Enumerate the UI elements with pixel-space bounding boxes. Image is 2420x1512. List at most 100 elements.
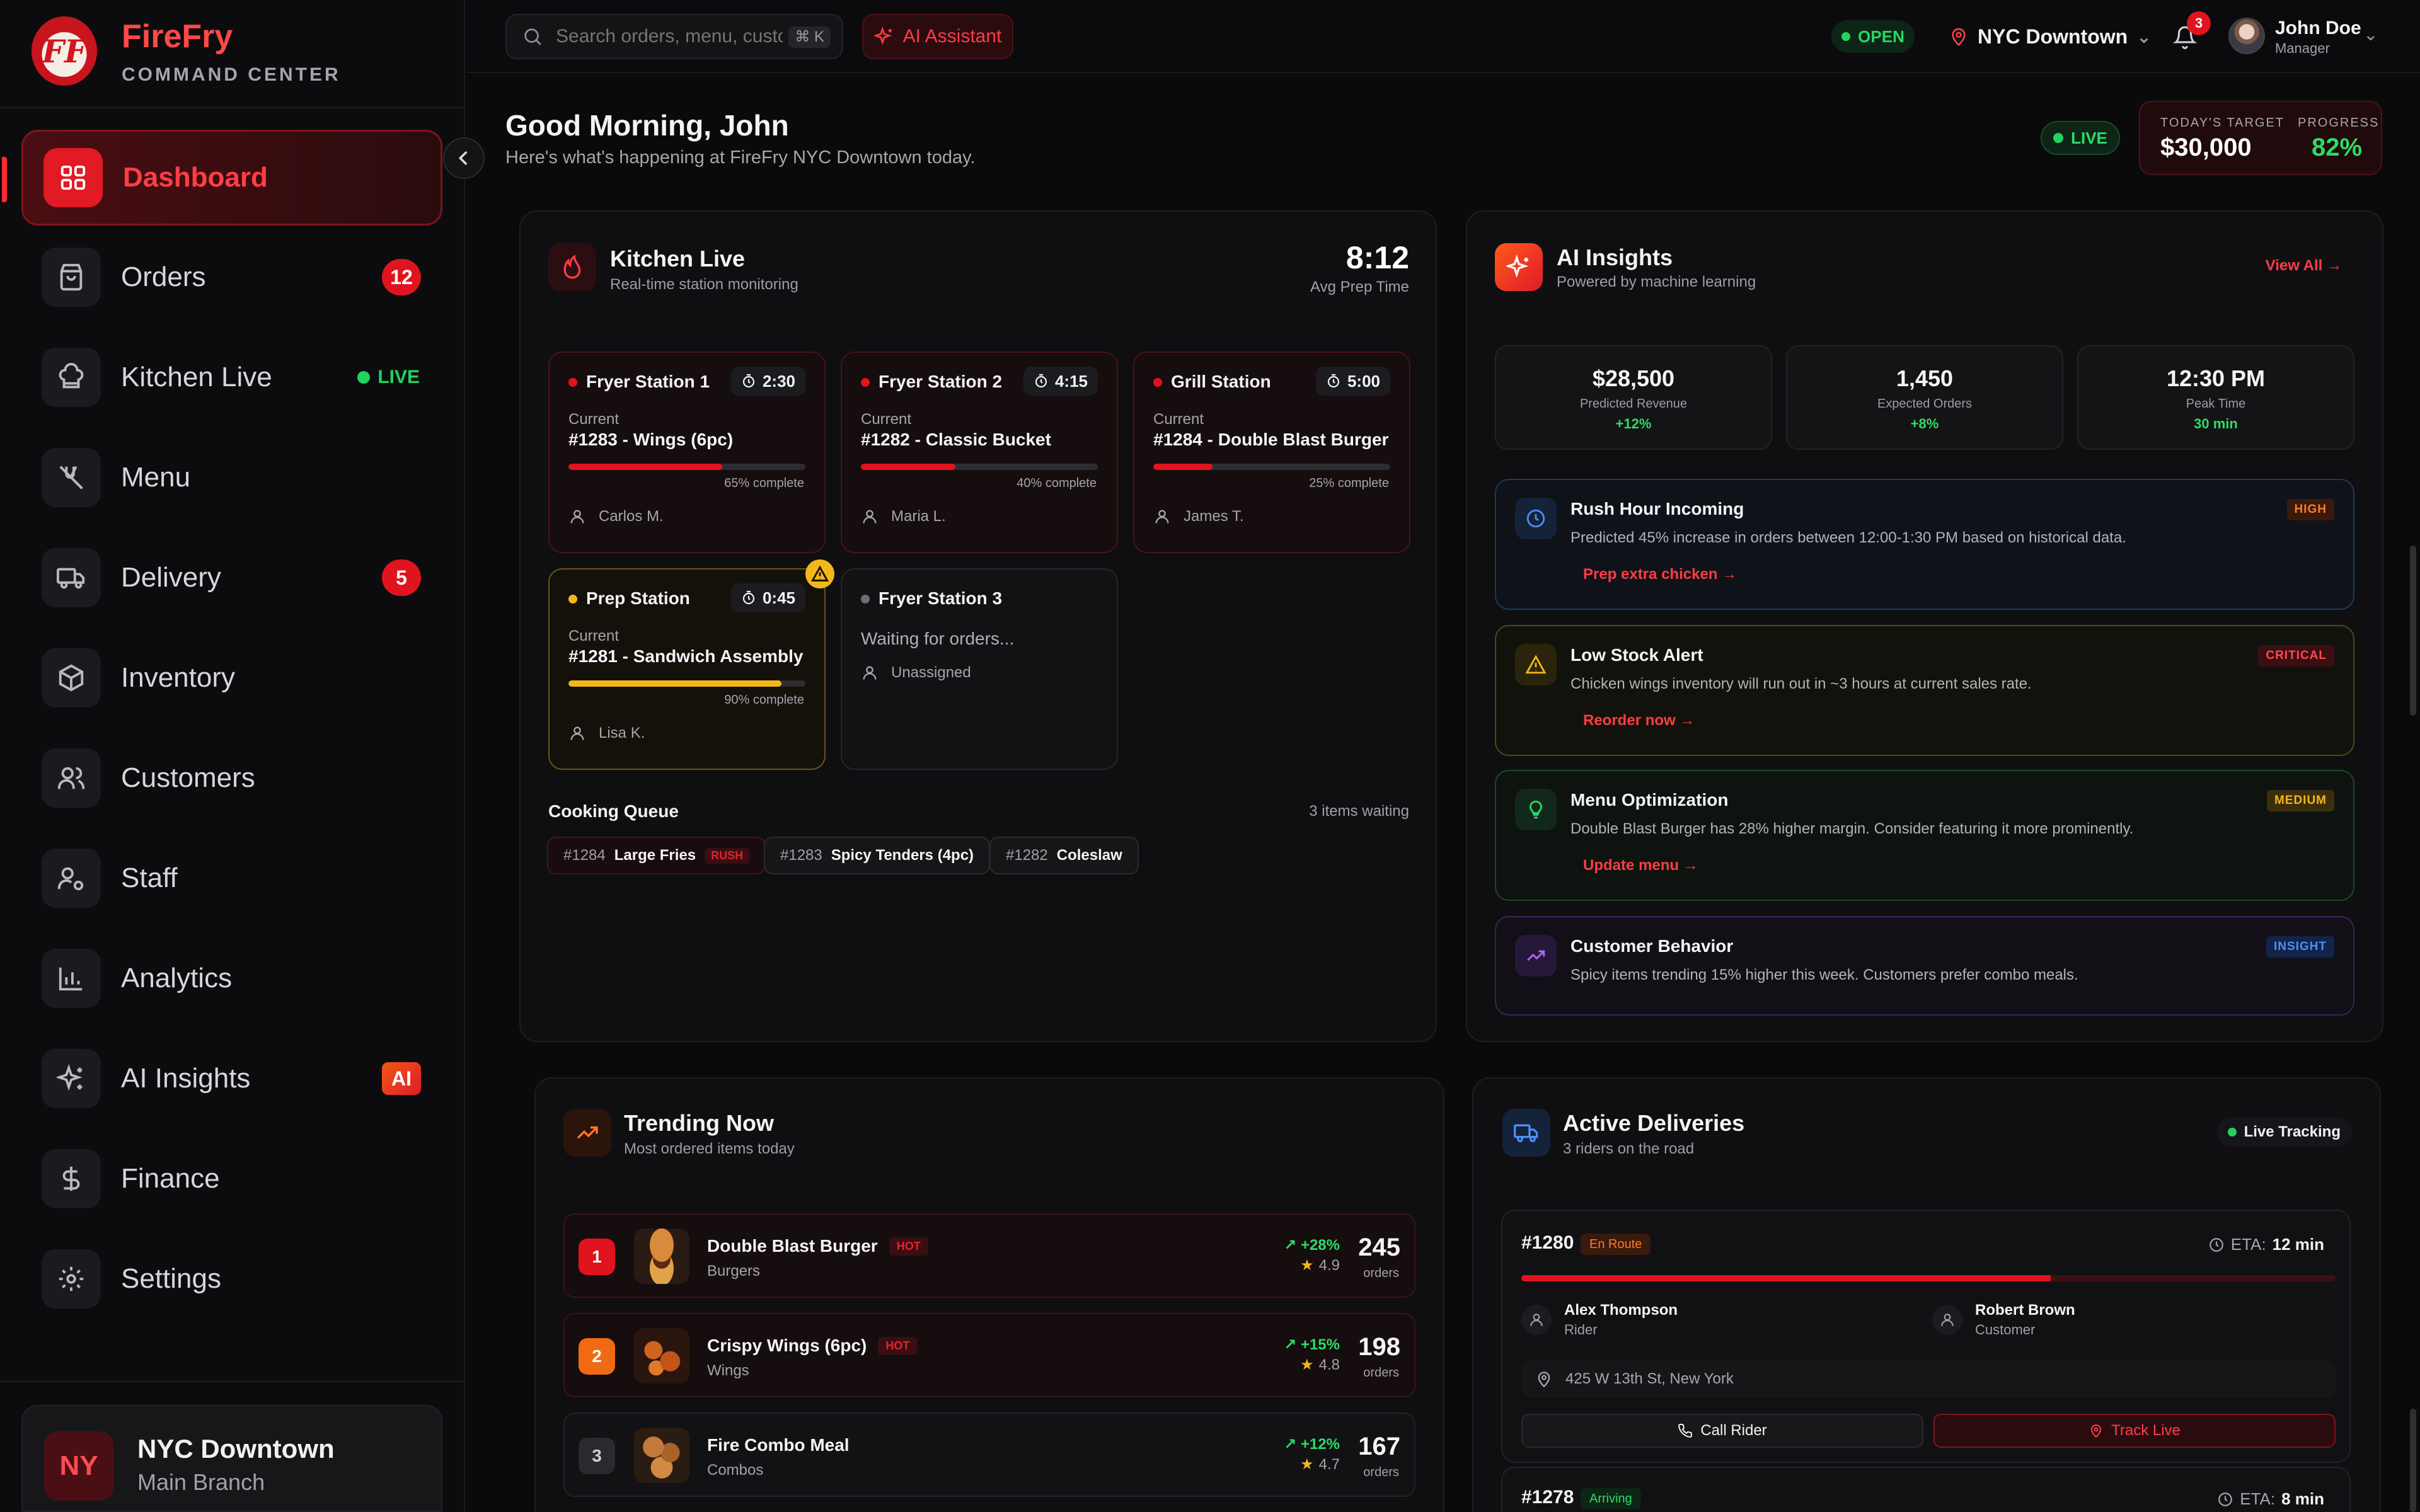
status-dot-icon [568,595,577,604]
hot-tag: HOT [889,1237,928,1256]
insight-action-link[interactable]: Update menu → [1583,857,1698,874]
rating: ★ 4.9 [1300,1256,1340,1274]
ai-assistant-button[interactable]: AI Assistant [862,14,1013,59]
sidebar-item-ai-insights[interactable]: AI Insights AI [21,1030,442,1127]
insight-card[interactable]: Customer Behavior Spicy items trending 1… [1495,916,2354,1016]
current-label: Current [568,411,619,428]
sidebar-item-kitchen-live[interactable]: Kitchen Live LIVE [21,329,442,426]
priority-tag: HIGH [2286,499,2334,520]
scrollbar-thumb[interactable] [2410,1409,2416,1512]
bar-chart-icon [42,949,101,1008]
search-box[interactable]: ⌘ K [505,14,843,59]
rider-info: Alex Thompson Rider [1521,1302,1678,1338]
search-input[interactable] [556,26,783,47]
view-all-link[interactable]: View All → [2266,257,2342,275]
sidebar-item-settings[interactable]: Settings [21,1230,442,1327]
metric-card: 12:30 PM Peak Time 30 min [2077,345,2354,450]
trending-item[interactable]: 1 Double Blast Burger HOT Burgers ↗ +28% … [563,1213,1415,1298]
avg-prep-time: 8:12 [1345,240,1409,275]
insight-card[interactable]: Menu Optimization Double Blast Burger ha… [1495,770,2354,901]
user-avatar[interactable] [2228,18,2265,54]
station-timer: 2:30 [730,367,805,396]
user-icon [570,510,584,524]
sidebar-item-customers[interactable]: Customers [21,730,442,827]
waiting-text: Waiting for orders... [861,629,1015,648]
queue-item[interactable]: #1282 Coleslaw [989,837,1139,874]
scrollbar-thumb[interactable] [2410,546,2416,716]
active-indicator [2,157,7,202]
progress-fill [568,680,782,687]
station-progress-bar [568,680,805,687]
delivery-card[interactable]: #1278 Arriving ETA: 8 min [1501,1467,2351,1512]
panel-subtitle: Powered by machine learning [1557,273,1756,290]
sidebar-item-menu[interactable]: Menu [21,429,442,526]
daily-target-card: TODAY'S TARGET $30,000 PROGRESS 82% [2139,101,2382,175]
panel-title: Kitchen Live [610,246,746,272]
sidebar-item-analytics[interactable]: Analytics [21,930,442,1027]
trending-item[interactable]: 3 Fire Combo Meal Combos ↗ +12% ★ 4.7 167… [563,1412,1415,1497]
progress-fill [1521,1275,2051,1281]
rating: ★ 4.8 [1300,1356,1340,1374]
sidebar: FF FireFry COMMAND CENTER Dashboard Orde… [0,0,465,1512]
branch-switcher[interactable]: NY NYC Downtown Main Branch [21,1405,442,1512]
brand-logo[interactable]: FF [32,16,97,86]
order-id: #1280 [1521,1232,1574,1253]
chef-hat-icon [42,348,101,407]
user-icon [570,726,584,740]
map-pin-icon [1952,28,1966,47]
sidebar-item-label: Dashboard [123,162,268,193]
sidebar-item-label: Delivery [121,562,221,593]
sidebar-item-orders[interactable]: Orders 12 [21,229,442,326]
station-card[interactable]: Grill Station 5:00 Current #1284 - Doubl… [1133,352,1410,553]
rank-badge: 3 [579,1438,615,1474]
search-icon [524,28,541,45]
call-rider-button[interactable]: Call Rider [1521,1414,1923,1448]
insight-action-link[interactable]: Prep extra chicken → [1583,566,1737,583]
status-dot-icon [861,378,870,387]
timer-icon [1327,374,1340,388]
station-name: Grill Station [1171,372,1271,391]
growth-indicator: ↗ +15% [1284,1336,1340,1353]
branch-avatar: NY [44,1431,113,1501]
sidebar-item-label: Finance [121,1163,220,1194]
sidebar-item-label: Inventory [121,662,235,693]
sidebar-item-dashboard[interactable]: Dashboard [2,130,442,226]
delivery-status-badge: En Route [1581,1234,1651,1255]
notifications-button[interactable]: 3 [2168,11,2211,54]
delivery-card[interactable]: #1280 En Route ETA: 12 min Alex Thompson R… [1501,1210,2351,1463]
station-card[interactable]: Fryer Station 3 Waiting for orders... Un… [841,568,1118,770]
insight-card[interactable]: Rush Hour Incoming Predicted 45% increas… [1495,479,2354,610]
sidebar-item-inventory[interactable]: Inventory [21,629,442,726]
station-card[interactable]: Prep Station 0:45 Current #1281 - Sandwi… [548,559,834,770]
sidebar-item-finance[interactable]: Finance [21,1130,442,1227]
station-name: Prep Station [586,588,690,608]
location-selector[interactable]: NYC Downtown ⌄ [1949,21,2152,52]
page-subtitle: Here's what's happening at FireFry NYC D… [505,147,976,168]
user-name[interactable]: John Doe [2275,18,2361,39]
user-icon [863,666,877,680]
sparkles-icon [42,1049,101,1108]
insight-action-link[interactable]: Reorder now → [1583,712,1695,730]
collapse-sidebar-button[interactable] [443,137,485,179]
sidebar-item-label: Settings [121,1263,221,1294]
chevron-down-icon[interactable]: ⌄ [2363,24,2378,45]
progress-fill [1153,464,1213,470]
status-dot-icon [1841,32,1851,41]
station-card[interactable]: Fryer Station 1 2:30 Current #1283 - Win… [548,352,826,553]
target-label: TODAY'S TARGET [2160,116,2285,130]
track-live-button[interactable]: Track Live [1933,1414,2336,1448]
sidebar-item-staff[interactable]: Staff [21,830,442,927]
map-pin-icon [2091,1424,2102,1438]
queue-item[interactable]: #1283 Spicy Tenders (4pc) [764,837,991,874]
lightbulb-icon [1515,789,1557,830]
current-order: #1281 - Sandwich Assembly [568,646,804,666]
queue-item[interactable]: #1284 Large Fries RUSH [547,837,766,874]
priority-tag: CRITICAL [2258,645,2334,667]
order-count: 167 [1358,1433,1400,1460]
growth-indicator: ↗ +12% [1284,1436,1340,1453]
insight-card[interactable]: Low Stock Alert Chicken wings inventory … [1495,625,2354,756]
station-card[interactable]: Fryer Station 2 4:15 Current #1282 - Cla… [841,352,1118,553]
sidebar-item-delivery[interactable]: Delivery 5 [21,529,442,626]
trending-item[interactable]: 2 Crispy Wings (6pc) HOT Wings ↗ +15% ★ 4.… [563,1313,1415,1397]
warning-icon [1515,644,1557,685]
